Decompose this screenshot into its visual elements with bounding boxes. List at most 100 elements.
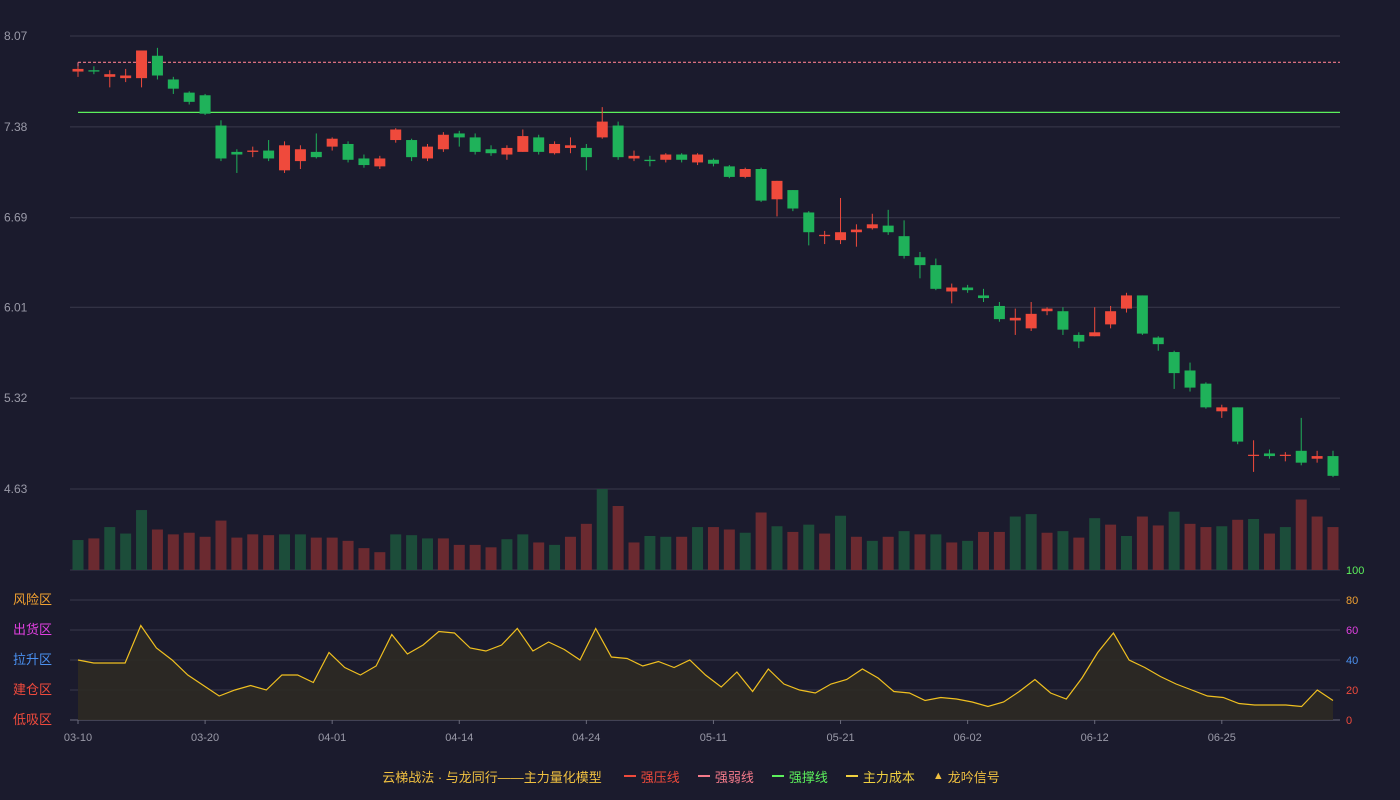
candle-body	[104, 74, 116, 77]
volume-bar	[1089, 518, 1101, 570]
volume-bar	[898, 531, 910, 570]
volume-bar	[835, 515, 847, 570]
volume-bar	[406, 535, 418, 570]
volume-bar	[501, 539, 513, 570]
volume-bar	[1057, 531, 1069, 570]
x-tick-label: 04-01	[318, 732, 346, 744]
candle-body	[962, 287, 974, 291]
volume-bar	[564, 536, 576, 570]
x-tick-label: 03-20	[191, 732, 219, 744]
volume-bar	[374, 552, 386, 570]
volume-bar	[1200, 527, 1212, 570]
volume-bar	[1248, 518, 1260, 570]
volume-bar	[549, 544, 561, 570]
volume-bar	[485, 547, 497, 570]
volume-bar	[755, 512, 767, 570]
volume-bar	[1168, 511, 1180, 570]
candle-body	[183, 92, 195, 102]
candle-body	[739, 169, 751, 177]
volume-bar	[263, 535, 275, 570]
volume-bar	[676, 536, 688, 570]
candle-body	[612, 125, 624, 158]
candle-body	[1216, 407, 1228, 412]
volume-bar	[993, 531, 1005, 570]
candle-body	[676, 154, 688, 160]
x-tick-label: 04-24	[572, 732, 600, 744]
oscillator-y-axis: 100 80 60 40 20 0	[1346, 565, 1364, 727]
x-tick-label: 06-12	[1081, 732, 1109, 744]
zone-label: 低吸区	[13, 712, 52, 727]
legend-label: 龙吟信号	[947, 769, 1000, 785]
candle-body	[707, 159, 719, 164]
volume-bar	[294, 534, 306, 570]
candle-body	[453, 133, 465, 138]
volume-bar	[723, 529, 735, 570]
candle-body	[644, 159, 656, 162]
price-tick-label: 5.32	[4, 391, 28, 405]
volume-bar	[199, 536, 211, 570]
volume-bar	[866, 540, 878, 570]
volume-bar	[342, 540, 354, 570]
volume-bar	[183, 532, 195, 570]
volume-bar	[136, 510, 148, 570]
price-tick-label: 6.01	[4, 300, 28, 314]
oscillator-area	[78, 625, 1333, 720]
candle-body	[358, 158, 370, 166]
volume-bar	[580, 523, 592, 570]
x-tick-label: 06-02	[954, 732, 982, 744]
candle-body	[326, 138, 338, 147]
candle-body	[692, 154, 704, 163]
oscillator-series	[77, 624, 1334, 720]
legend-item-strong-support[interactable]: 强撑线	[771, 767, 828, 786]
candle-body	[1311, 456, 1323, 459]
legend-item-main-cost[interactable]: 主力成本	[845, 767, 915, 786]
zone-label: 建仓区	[13, 682, 52, 697]
zone-label: 拉升区	[13, 652, 52, 667]
candle-body	[1327, 456, 1339, 476]
volume-bar	[612, 506, 624, 570]
volume-bar	[1136, 516, 1148, 570]
volume-bar	[437, 538, 449, 570]
legend-title: 云梯战法 · 与龙同行——主力量化模型	[382, 769, 602, 785]
osc-tick-label: 40	[1346, 655, 1358, 667]
candle-body	[596, 121, 608, 138]
volume-bar	[517, 534, 529, 570]
volume-bar	[88, 538, 100, 570]
price-tick-label: 8.07	[4, 29, 28, 43]
candle-body	[1041, 308, 1053, 312]
candle-body	[517, 136, 529, 152]
legend-swatch	[697, 775, 710, 777]
candle-body	[1232, 407, 1244, 442]
date-x-axis: 03-10 03-20 04-01 04-14 04-24 05-11 05-21 06-02…	[64, 720, 1236, 744]
volume-bar	[1184, 523, 1196, 570]
grid-lines	[70, 35, 1340, 721]
legend-item-strong-pressure[interactable]: 强压线	[623, 767, 680, 786]
x-tick-label: 04-14	[445, 732, 473, 744]
candle-body	[835, 232, 847, 241]
volume-bar	[962, 540, 974, 570]
legend-swatch	[771, 775, 784, 777]
candle-body	[294, 149, 306, 162]
osc-tick-label: 100	[1346, 565, 1364, 577]
candle-body	[310, 151, 322, 158]
candle-body	[993, 305, 1005, 320]
candle-body	[199, 95, 211, 114]
candle-body	[1136, 295, 1148, 334]
candle-body	[263, 150, 275, 159]
price-y-axis: 8.07 7.38 6.69 6.01 5.32 4.63	[4, 29, 28, 496]
volume-bar	[1263, 533, 1275, 570]
candle-body	[1120, 295, 1132, 309]
candle-body	[374, 158, 386, 167]
legend-item-strength-line[interactable]: 强弱线	[697, 767, 754, 786]
zone-label: 出货区	[13, 622, 52, 637]
candle-body	[151, 55, 163, 76]
candle-body	[1073, 334, 1085, 342]
candle-body	[803, 212, 815, 233]
legend-item-dragon-signal[interactable]: ▲ 龙吟信号	[933, 767, 1000, 786]
volume-bar	[1232, 519, 1244, 570]
candle-body	[819, 234, 831, 237]
candle-body	[215, 125, 227, 159]
volume-bar	[946, 542, 958, 570]
zone-label: 风险区	[13, 592, 52, 607]
candle-body	[136, 50, 148, 79]
